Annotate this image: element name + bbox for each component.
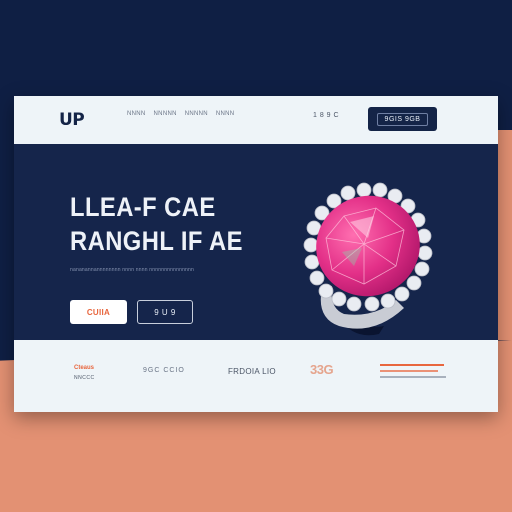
nav-link-1[interactable]: NNNN [127, 111, 146, 117]
brand-logo[interactable]: UP [59, 110, 85, 130]
feature-line-1 [380, 364, 444, 366]
feature-5-lines [380, 364, 448, 382]
features-strip: Cteaus NNCCC 9GC CCIO FRDOIA LIO 33G [14, 340, 498, 412]
nav-links: NNNN NNNNN NNNNN NNNN [127, 111, 234, 117]
website-mockup: UP NNNN NNNNN NNNNN NNNN 1 8 9 C 9GIS 9G… [14, 96, 498, 412]
nav-link-2[interactable]: NNNNN [154, 111, 177, 117]
feature-line-3 [380, 376, 446, 378]
feature-line-2 [380, 370, 438, 372]
feature-1: Cteaus NNCCC [74, 365, 95, 381]
hero-title-line-1: LLEA-F CAE [70, 192, 216, 222]
header-utility-text[interactable]: 1 8 9 C [313, 112, 339, 119]
hero-section: LLEA-F CAE RANGHL IF AE nananannannnnnnn… [14, 144, 498, 340]
feature-1-title: Cteaus [74, 365, 95, 371]
hero-primary-button[interactable]: CUIIA [70, 300, 127, 324]
hero-subtitle: nananannannnnnnnn nnnn nnnn nnnnnnnnnnnn… [70, 267, 194, 273]
feature-1-sub: NNCCC [74, 375, 95, 381]
ring-product-image [284, 168, 444, 343]
hero-title-line-2: RANGHL IF AE [70, 226, 243, 256]
nav-link-3[interactable]: NNNNN [185, 111, 208, 117]
ring-icon [303, 182, 433, 336]
nav-link-4[interactable]: NNNN [216, 111, 235, 117]
feature-3: FRDOIA LIO [228, 367, 276, 376]
hero-secondary-button[interactable]: 9 U 9 [137, 300, 193, 324]
header-cta-button[interactable]: 9GIS 9GB [368, 107, 437, 131]
feature-4: 33G [310, 362, 334, 377]
top-navigation-bar: UP NNNN NNNNN NNNNN NNNN 1 8 9 C 9GIS 9G… [14, 96, 498, 144]
feature-2: 9GC CCIO [143, 367, 185, 374]
header-cta-label: 9GIS 9GB [376, 112, 429, 126]
